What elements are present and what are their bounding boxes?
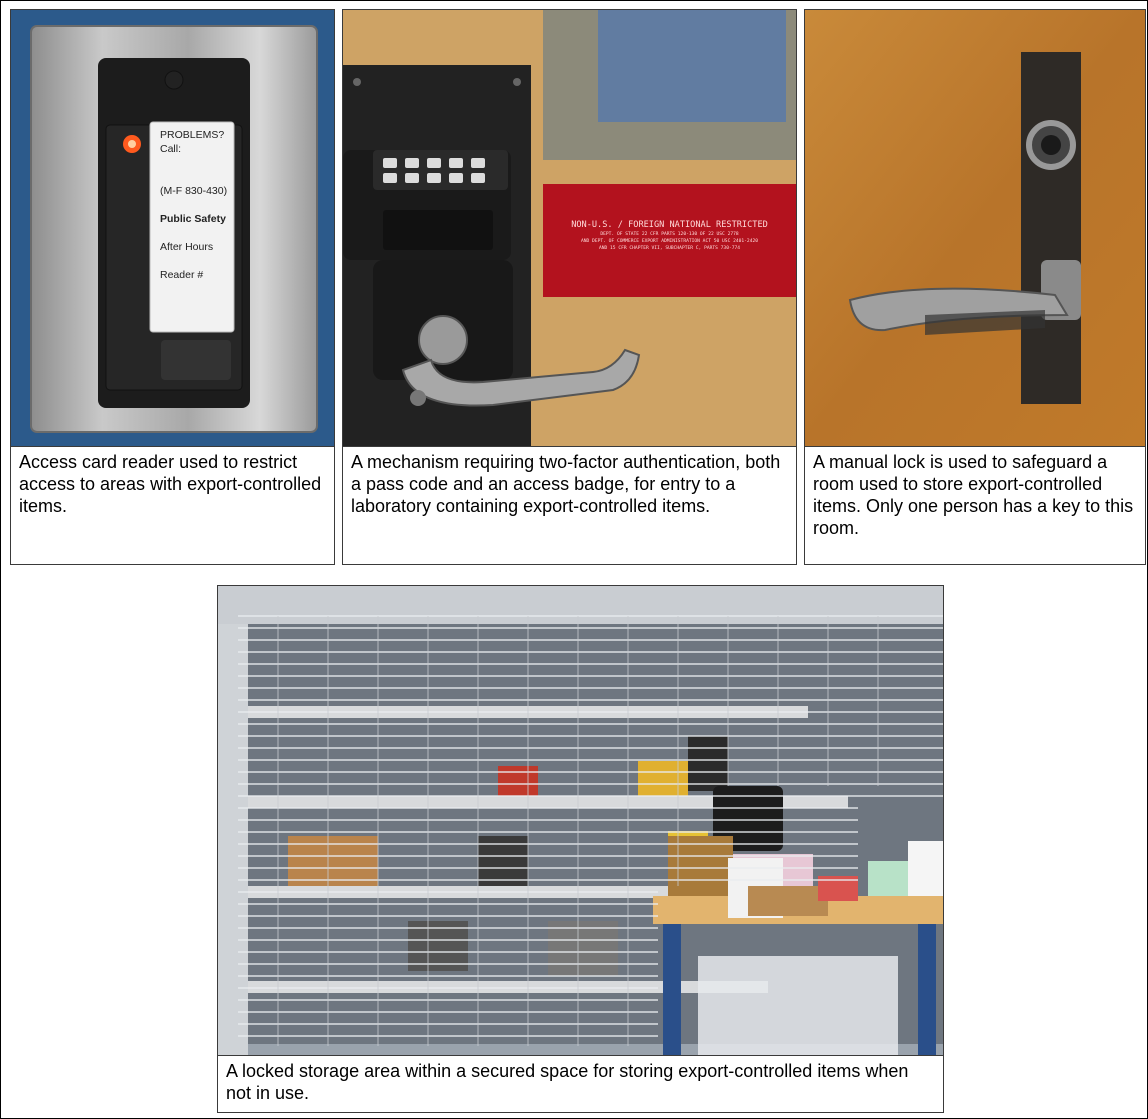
sign-title: NON-U.S. / FOREIGN NATIONAL RESTRICTED <box>571 220 768 230</box>
card-reader-photo: PROBLEMS? Call: (M-F 830-430) Public Saf… <box>11 10 334 447</box>
panel-storage-area: A locked storage area within a secured s… <box>217 585 944 1113</box>
panel-card-reader: PROBLEMS? Call: (M-F 830-430) Public Saf… <box>10 9 335 565</box>
caption-storage-area: A locked storage area within a secured s… <box>218 1055 943 1112</box>
panel-manual-lock: A manual lock is used to safeguard a roo… <box>804 9 1146 565</box>
manual-lock-photo <box>805 10 1145 447</box>
caption-card-reader: Access card reader used to restrict acce… <box>11 446 334 564</box>
restriction-sign-text: NON-U.S. / FOREIGN NATIONAL RESTRICTED D… <box>547 220 792 252</box>
keypad-lock-photo: NON-U.S. / FOREIGN NATIONAL RESTRICTED D… <box>343 10 796 447</box>
sign-line-2: AND DEPT. OF COMMERCE EXPORT ADMINISTRAT… <box>580 239 758 244</box>
caption-manual-lock: A manual lock is used to safeguard a roo… <box>805 446 1145 564</box>
sticker-line-after: After Hours <box>160 241 214 253</box>
sign-line-1: DEPT. OF STATE 22 CFR PARTS 120-130 OF 2… <box>600 232 739 237</box>
sticker-line-dept: Public Safety <box>160 213 226 225</box>
sticker-line-call: Call: <box>160 143 182 155</box>
manual-lock-image <box>805 10 1145 447</box>
storage-area-photo <box>218 586 943 1056</box>
sticker-text: PROBLEMS? Call: (M-F 830-430) Public Saf… <box>160 128 238 282</box>
sticker-line-reader: Reader # <box>160 269 204 281</box>
storage-area-image <box>218 586 943 1056</box>
sign-line-3: AND 15 CFR CHAPTER VII, SUBCHAPTER C, PA… <box>598 246 741 251</box>
caption-keypad-lock: A mechanism requiring two-factor authent… <box>343 446 796 564</box>
sticker-line-problems: PROBLEMS? <box>160 129 225 141</box>
panel-keypad-lock: NON-U.S. / FOREIGN NATIONAL RESTRICTED D… <box>342 9 797 565</box>
sticker-line-hours: (M-F 830-430) <box>160 185 228 197</box>
